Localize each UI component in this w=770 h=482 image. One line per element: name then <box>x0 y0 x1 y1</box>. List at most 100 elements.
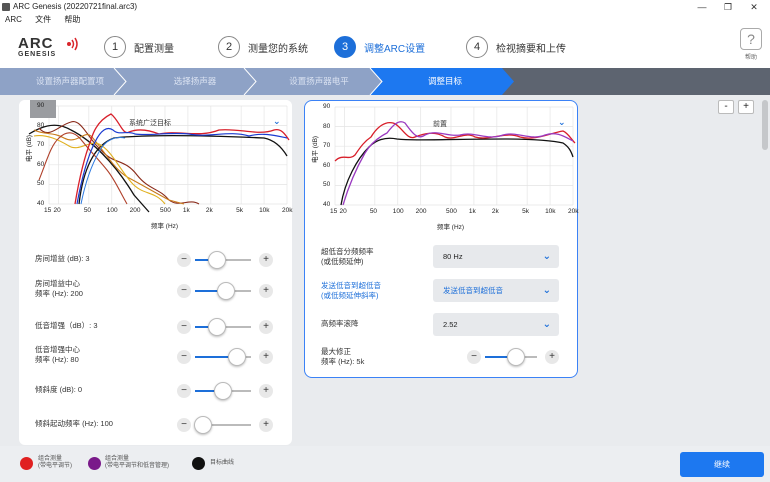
help-label: 帮助 <box>744 55 757 61</box>
label-line1: 房间增益 (dB): 3 <box>35 254 90 263</box>
slider-thumb[interactable] <box>228 348 246 366</box>
step-3-number: 3 <box>334 36 356 58</box>
minimize-button[interactable]: — <box>690 0 714 14</box>
menu-file[interactable]: 文件 <box>35 15 51 24</box>
send-low-select[interactable]: 发送低音到超低音 ⌄ <box>433 279 559 302</box>
menu-help[interactable]: 帮助 <box>64 15 80 24</box>
step-1-number: 1 <box>104 36 126 58</box>
decrease-button[interactable]: − <box>177 284 191 298</box>
legend-purple-dot <box>88 457 101 470</box>
increase-button[interactable]: + <box>259 284 273 298</box>
ytick-label: 40 <box>37 200 45 207</box>
legend-red-dot <box>20 457 33 470</box>
step-1-label: 配置测量 <box>134 43 174 55</box>
help-icon: ? <box>740 28 762 50</box>
send-low-value: 发送低音到超低音 <box>443 286 503 295</box>
slider-thumb[interactable] <box>216 282 235 300</box>
ytick-label: 50 <box>323 181 331 189</box>
crumb-adjust-target[interactable]: 调整目标 <box>390 68 500 95</box>
left-control-slider[interactable]: − + <box>177 416 273 434</box>
increase-button[interactable]: + <box>259 384 273 398</box>
maximize-button[interactable]: ❐ <box>716 0 740 14</box>
footer-bar: 组合测量 (带电平调节) 组合测量 (带电平调节和低音管理) 目标曲线 <box>0 446 770 482</box>
ytick-label: 90 <box>323 103 331 110</box>
hf-rolloff-select[interactable]: 2.52 ⌄ <box>433 313 559 336</box>
increase-button[interactable]: + <box>545 350 559 364</box>
app-window: ARC Genesis (20220721final.arc3) — ❐ ✕ A… <box>0 0 770 482</box>
max-correction-label-line2: 频率 (Hz): 5k <box>321 357 365 366</box>
left-control-slider[interactable]: − + <box>177 251 273 269</box>
decrease-button[interactable]: − <box>177 384 191 398</box>
slider-thumb[interactable] <box>507 348 526 366</box>
xtick-label: 5k <box>522 208 530 215</box>
slider-thumb[interactable] <box>208 318 227 336</box>
label-line1: 倾斜起动频率 (Hz): 100 <box>35 419 113 428</box>
ytick-label: 50 <box>37 180 45 188</box>
crumb-select-speakers[interactable]: 选择扬声器 <box>140 68 250 95</box>
decrease-button[interactable]: − <box>177 418 191 432</box>
label-line1: 房间增益中心 <box>35 279 80 288</box>
step-2-label: 测量您的系统 <box>248 43 308 55</box>
left-control-label: 低音增强中心 频率 (Hz): 80 <box>35 345 80 365</box>
hf-rolloff-value: 2.52 <box>443 320 458 329</box>
scrollbar[interactable] <box>762 100 768 150</box>
decrease-button[interactable]: − <box>177 350 191 364</box>
step-4-number: 4 <box>466 36 488 58</box>
right-chart-dropdown-icon[interactable]: ⌄ <box>558 117 566 128</box>
continue-button[interactable]: 继续 <box>680 452 764 477</box>
crumb-speaker-levels[interactable]: 设置扬声器电平 <box>264 68 374 95</box>
xtick-label: 20 <box>53 207 61 214</box>
left-control-slider[interactable]: − + <box>177 382 273 400</box>
slider-thumb[interactable] <box>194 416 213 434</box>
left-chart-dropdown-icon[interactable]: ⌄ <box>273 116 281 127</box>
label-line1: 倾斜度 (dB): 0 <box>35 385 83 394</box>
left-control-slider[interactable]: − + <box>177 348 273 366</box>
crumb-speaker-config[interactable]: 设置扬声器配置项 <box>20 68 120 95</box>
left-control-label: 房间增益 (dB): 3 <box>35 254 90 264</box>
decrease-button[interactable]: − <box>177 320 191 334</box>
app-icon <box>2 3 10 11</box>
zoom-out-button[interactable]: - <box>718 100 734 114</box>
left-chart-title: 系统广泛目标 <box>129 120 171 127</box>
xtick-label: 200 <box>415 208 427 215</box>
increase-button[interactable]: + <box>259 350 273 364</box>
close-button[interactable]: ✕ <box>742 0 766 14</box>
right-chart-ylabel: 电平 (dB) <box>312 135 319 163</box>
increase-button[interactable]: + <box>259 320 273 334</box>
left-control-label: 倾斜起动频率 (Hz): 100 <box>35 419 113 429</box>
xtick-label: 2k <box>491 208 499 215</box>
xtick-label: 100 <box>392 208 404 215</box>
wizard-header: ARC GENESIS 1 配置测量 2 测量您的系统 3 调整ARC设置 4 … <box>0 26 770 68</box>
xtick-label: 15 <box>330 208 338 215</box>
crossover-value: 80 Hz <box>443 252 463 261</box>
left-control-slider[interactable]: − + <box>177 282 273 300</box>
increase-button[interactable]: + <box>259 253 273 267</box>
step-2[interactable]: 2 测量您的系统 <box>218 35 308 59</box>
slider-thumb[interactable] <box>214 382 232 400</box>
max-correction-slider[interactable]: − + <box>467 348 559 366</box>
step-2-number: 2 <box>218 36 240 58</box>
decrease-button[interactable]: − <box>467 350 481 364</box>
left-control-slider[interactable]: − + <box>177 318 273 336</box>
step-3[interactable]: 3 调整ARC设置 <box>334 35 425 59</box>
title-bar: ARC Genesis (20220721final.arc3) — ❐ ✕ <box>0 0 770 14</box>
step-4[interactable]: 4 检视摘要和上传 <box>466 35 566 59</box>
xtick-label: 1k <box>468 208 476 215</box>
arc-logo: ARC GENESIS <box>18 36 82 66</box>
left-control-label: 房间增益中心 频率 (Hz): 200 <box>35 279 83 299</box>
legend-red-line1: 组合测量 <box>38 456 63 462</box>
xtick-label: 50 <box>369 208 378 215</box>
slider-thumb[interactable] <box>208 251 227 269</box>
ytick-label: 70 <box>323 142 331 150</box>
ytick-label: 60 <box>323 161 331 169</box>
crossover-select[interactable]: 80 Hz ⌄ <box>433 245 559 268</box>
decrease-button[interactable]: − <box>177 253 191 267</box>
zoom-in-button[interactable]: + <box>738 100 754 114</box>
step-1[interactable]: 1 配置测量 <box>104 35 174 59</box>
menu-arc[interactable]: ARC <box>5 15 22 24</box>
crossover-label-line2: (或低频延伸) <box>321 257 364 266</box>
increase-button[interactable]: + <box>259 418 273 432</box>
xtick-label: 200 <box>129 207 141 214</box>
help-button[interactable]: ? 帮助 <box>738 28 764 64</box>
xtick-label: 500 <box>159 207 171 214</box>
